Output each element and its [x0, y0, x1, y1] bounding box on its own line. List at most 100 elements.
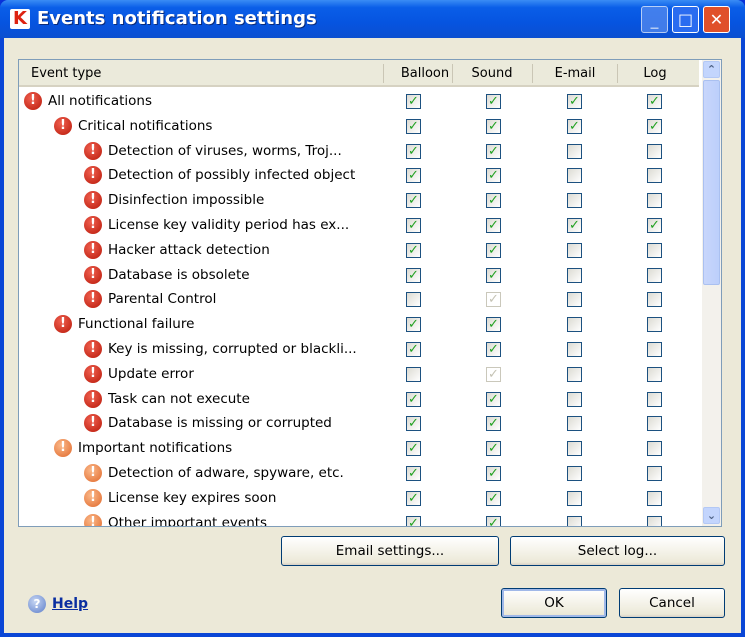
log-checkbox[interactable]	[647, 168, 662, 184]
table-row[interactable]: ! Detection of adware, spyware, etc. ✓ ✓	[19, 461, 699, 486]
column-sound[interactable]: Sound	[460, 66, 524, 81]
table-row[interactable]: ! Other important events ✓ ✓	[19, 511, 699, 526]
sound-checkbox[interactable]: ✓	[486, 168, 501, 184]
sound-checkbox[interactable]: ✓	[486, 267, 501, 283]
table-row[interactable]: ! Important notifications ✓ ✓	[19, 436, 699, 461]
sound-checkbox[interactable]: ✓	[486, 193, 501, 209]
log-checkbox[interactable]	[647, 391, 662, 407]
minimize-button[interactable]: _	[641, 6, 668, 33]
balloon-checkbox[interactable]: ✓	[406, 342, 421, 357]
log-checkbox[interactable]	[647, 292, 662, 308]
log-checkbox[interactable]	[647, 466, 662, 481]
log-checkbox[interactable]	[647, 242, 662, 258]
email-checkbox[interactable]	[567, 168, 582, 184]
email-checkbox[interactable]	[567, 366, 582, 382]
email-checkbox[interactable]	[567, 292, 582, 308]
sound-checkbox[interactable]: ✓	[486, 317, 501, 333]
email-checkbox[interactable]	[567, 317, 582, 333]
help-link[interactable]: ? Help	[28, 595, 88, 613]
log-checkbox[interactable]: ✓	[647, 118, 662, 134]
sound-checkbox[interactable]: ✓	[486, 441, 501, 457]
email-checkbox[interactable]	[567, 466, 582, 481]
log-checkbox[interactable]	[647, 416, 662, 432]
scroll-up-button[interactable]: ⌃	[703, 61, 720, 78]
email-settings-button[interactable]: Email settings...	[281, 536, 499, 566]
balloon-checkbox[interactable]: ✓	[406, 515, 421, 526]
log-checkbox[interactable]	[647, 490, 662, 506]
table-row[interactable]: ! Critical notifications ✓ ✓ ✓ ✓	[19, 114, 699, 139]
balloon-checkbox[interactable]: ✓	[406, 490, 421, 506]
balloon-checkbox[interactable]: ✓	[406, 193, 421, 209]
balloon-checkbox[interactable]: ✓	[406, 218, 421, 233]
sound-checkbox[interactable]: ✓	[486, 391, 501, 407]
balloon-checkbox[interactable]: ✓	[406, 143, 421, 159]
log-checkbox[interactable]	[647, 193, 662, 209]
log-checkbox[interactable]	[647, 143, 662, 159]
table-row[interactable]: ! Hacker attack detection ✓ ✓	[19, 238, 699, 263]
email-checkbox[interactable]	[567, 515, 582, 526]
help-label[interactable]: Help	[52, 596, 88, 612]
sound-checkbox[interactable]: ✓	[486, 515, 501, 526]
log-checkbox[interactable]: ✓	[647, 218, 662, 233]
email-checkbox[interactable]: ✓	[567, 118, 582, 134]
scroll-down-button[interactable]: ⌄	[703, 507, 720, 524]
balloon-checkbox[interactable]: ✓	[406, 441, 421, 457]
table-row[interactable]: ! Functional failure ✓ ✓	[19, 312, 699, 337]
sound-checkbox[interactable]: ✓	[486, 342, 501, 357]
log-checkbox[interactable]	[647, 317, 662, 333]
email-checkbox[interactable]	[567, 490, 582, 506]
column-event-type[interactable]: Event type	[31, 66, 101, 81]
table-row[interactable]: ! Detection of viruses, worms, Troj... ✓ ✓	[19, 139, 699, 164]
balloon-checkbox[interactable]: ✓	[406, 242, 421, 258]
balloon-checkbox[interactable]: ✓	[406, 118, 421, 134]
log-checkbox[interactable]	[647, 342, 662, 357]
sound-checkbox[interactable]: ✓	[486, 416, 501, 432]
ok-button[interactable]: OK	[501, 588, 607, 618]
email-checkbox[interactable]	[567, 143, 582, 159]
table-row[interactable]: ! Database is missing or corrupted ✓ ✓	[19, 411, 699, 436]
table-row[interactable]: ! All notifications ✓ ✓ ✓ ✓	[19, 89, 699, 114]
column-email[interactable]: E-mail	[540, 66, 610, 81]
column-balloon[interactable]: Balloon	[391, 66, 459, 81]
balloon-checkbox[interactable]: ✓	[406, 267, 421, 283]
select-log-button[interactable]: Select log...	[510, 536, 725, 566]
log-checkbox[interactable]: ✓	[647, 94, 662, 109]
balloon-checkbox[interactable]: ✓	[406, 317, 421, 333]
email-checkbox[interactable]: ✓	[567, 218, 582, 233]
sound-checkbox[interactable]: ✓	[486, 218, 501, 233]
table-row[interactable]: ! Database is obsolete ✓ ✓	[19, 263, 699, 288]
balloon-checkbox[interactable]: ✓	[406, 416, 421, 432]
balloon-checkbox[interactable]: ✓	[406, 94, 421, 109]
scroll-thumb[interactable]	[703, 80, 720, 285]
email-checkbox[interactable]: ✓	[567, 94, 582, 109]
close-button[interactable]: ✕	[703, 6, 730, 33]
sound-checkbox[interactable]: ✓	[486, 490, 501, 506]
email-checkbox[interactable]	[567, 416, 582, 432]
sound-checkbox[interactable]: ✓	[486, 118, 501, 134]
balloon-checkbox[interactable]: ✓	[406, 466, 421, 481]
balloon-checkbox[interactable]	[406, 292, 421, 308]
table-row[interactable]: ! Task can not execute ✓ ✓	[19, 387, 699, 412]
table-row[interactable]: ! License key validity period has ex... ✓ ✓…	[19, 213, 699, 238]
column-log[interactable]: Log	[621, 66, 689, 81]
table-row[interactable]: ! Disinfection impossible ✓ ✓	[19, 188, 699, 213]
email-checkbox[interactable]	[567, 391, 582, 407]
log-checkbox[interactable]	[647, 366, 662, 382]
sound-checkbox[interactable]: ✓	[486, 242, 501, 258]
sound-checkbox[interactable]: ✓	[486, 143, 501, 159]
balloon-checkbox[interactable]: ✓	[406, 168, 421, 184]
balloon-checkbox[interactable]	[406, 366, 421, 382]
log-checkbox[interactable]	[647, 441, 662, 457]
vertical-scrollbar[interactable]: ⌃ ⌄	[702, 60, 721, 526]
table-row[interactable]: ! Parental Control ✓	[19, 287, 699, 312]
email-checkbox[interactable]	[567, 267, 582, 283]
sound-checkbox[interactable]: ✓	[486, 94, 501, 109]
balloon-checkbox[interactable]: ✓	[406, 391, 421, 407]
table-row[interactable]: ! Detection of possibly infected object ✓ ✓	[19, 163, 699, 188]
email-checkbox[interactable]	[567, 242, 582, 258]
email-checkbox[interactable]	[567, 441, 582, 457]
maximize-button[interactable]: □	[672, 6, 699, 33]
email-checkbox[interactable]	[567, 193, 582, 209]
cancel-button[interactable]: Cancel	[619, 588, 725, 618]
log-checkbox[interactable]	[647, 267, 662, 283]
